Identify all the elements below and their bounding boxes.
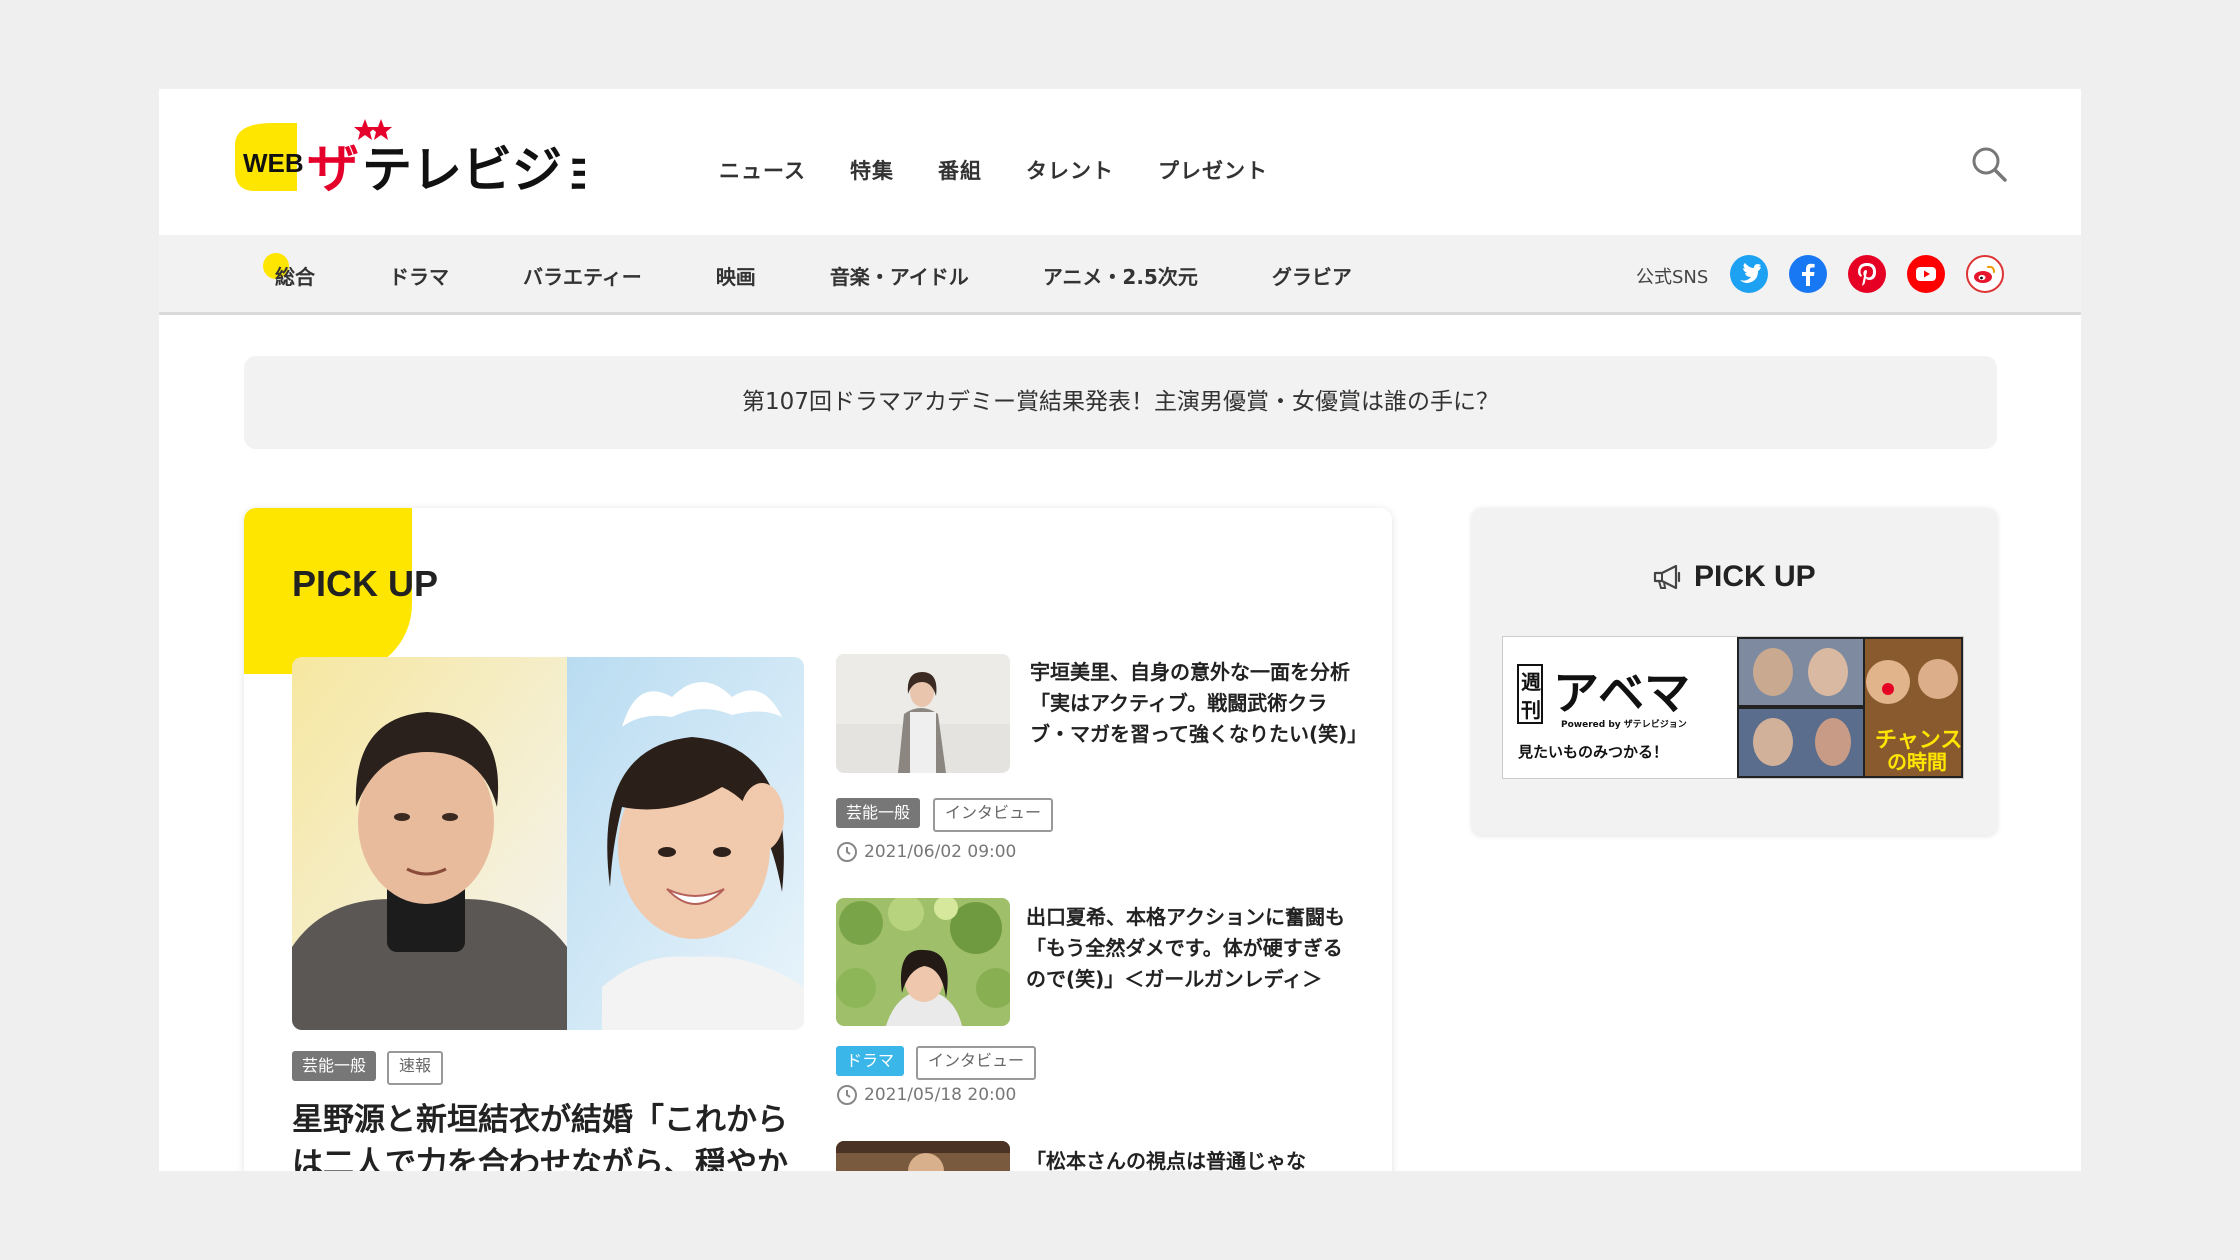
- article-2-tag-drama[interactable]: ドラマ: [836, 1046, 905, 1076]
- article-title-2[interactable]: 出口夏希、本格アクションに奮闘も「もう全然ダメです。体が硬すぎるので(笑)」＜ガ…: [1026, 902, 1358, 995]
- megaphone-icon: [1653, 564, 1681, 590]
- article-title-3[interactable]: 「松本さんの視点は普通じゃな: [1026, 1146, 1358, 1171]
- ad-powered-text: Powered by ザテレビジョン: [1561, 718, 1687, 730]
- nav-present[interactable]: プレゼント: [1158, 155, 1268, 185]
- article-1-tag-interview[interactable]: インタビュー: [933, 798, 1054, 832]
- article-1-tag-entertainment[interactable]: 芸能一般: [836, 798, 921, 828]
- side-pickup-card: PICK UP 週 刊 アベマ Powered by ザテレビジョン 見たいもの…: [1472, 508, 1997, 835]
- pickup-title: PICK UP: [292, 563, 439, 604]
- ad-abema-text: アベマ: [1553, 666, 1690, 720]
- category-drama[interactable]: ドラマ: [389, 261, 449, 290]
- youtube-icon[interactable]: [1907, 255, 1945, 293]
- article-1-date-text: 2021/06/02 09:00: [864, 842, 1017, 862]
- svg-text:WEB: WEB: [243, 148, 304, 178]
- nav-talent[interactable]: タレント: [1026, 155, 1114, 185]
- article-thumb-1[interactable]: [836, 654, 1010, 773]
- article-2-date: 2021/05/18 20:00: [836, 1084, 1016, 1106]
- article-2-date-text: 2021/05/18 20:00: [864, 1085, 1017, 1105]
- category-general[interactable]: 総合: [263, 253, 315, 290]
- ad-shuu: 週: [1521, 670, 1541, 694]
- nav-features[interactable]: 特集: [850, 155, 894, 185]
- sns-label: 公式SNS: [1636, 267, 1709, 288]
- main-article-headline[interactable]: 星野源と新垣結衣が結婚「これからは二人で力を合わせながら、穏やかに生: [292, 1098, 812, 1171]
- category-music-idol[interactable]: 音楽・アイドル: [830, 261, 969, 290]
- main-article-photo[interactable]: [292, 657, 804, 1030]
- search-icon[interactable]: [1969, 144, 2009, 184]
- category-anime[interactable]: アニメ・2.5次元: [1043, 261, 1198, 290]
- main-tag-entertainment[interactable]: 芸能一般: [292, 1051, 377, 1081]
- svg-text:の時間: の時間: [1887, 750, 1947, 774]
- category-bar: 総合 ドラマ バラエティー 映画 音楽・アイドル アニメ・2.5次元 グラビア …: [159, 235, 2081, 315]
- site-logo[interactable]: WEB ザ テレビジョン: [235, 117, 662, 207]
- article-thumb-2[interactable]: [836, 898, 1010, 1026]
- facebook-icon[interactable]: [1789, 255, 1827, 293]
- weibo-icon[interactable]: [1966, 255, 2004, 293]
- headline-banner[interactable]: 第107回ドラマアカデミー賞結果発表！主演男優賞・女優賞は誰の手に？: [244, 356, 1997, 449]
- clock-icon: [837, 1085, 857, 1105]
- category-gravure[interactable]: グラビア: [1272, 261, 1352, 290]
- nav-programs[interactable]: 番組: [938, 155, 982, 185]
- category-nav: 総合 ドラマ バラエティー 映画 音楽・アイドル アニメ・2.5次元 グラビア: [263, 253, 1426, 290]
- abema-weekly-ad[interactable]: 週 刊 アベマ Powered by ザテレビジョン 見たいものみつかる！ チャ…: [1502, 636, 1964, 779]
- category-variety[interactable]: バラエティー: [523, 261, 642, 290]
- ad-kan: 刊: [1521, 698, 1541, 722]
- article-thumb-3[interactable]: [836, 1141, 1010, 1171]
- category-movie[interactable]: 映画: [716, 261, 756, 290]
- article-title-1[interactable]: 宇垣美里、自身の意外な一面を分析「実はアクティブ。戦闘武術クラブ・マガを習って強…: [1030, 657, 1367, 750]
- main-tag-breaking[interactable]: 速報: [387, 1051, 444, 1085]
- page: WEB ザ テレビジョン ニュース 特集 番組 タレント プレゼント 総合 ドラ…: [159, 89, 2081, 1171]
- side-pickup-title: PICK UP: [1694, 560, 1816, 593]
- article-2-tag-interview[interactable]: インタビュー: [916, 1046, 1037, 1080]
- clock-icon: [837, 842, 857, 862]
- twitter-icon[interactable]: [1730, 255, 1768, 293]
- logo-za: ザ: [307, 140, 359, 200]
- logo-television: テレビジョン: [362, 141, 585, 199]
- top-nav: ニュース 特集 番組 タレント プレゼント: [719, 155, 1268, 185]
- ad-tagline: 見たいものみつかる！: [1517, 743, 1668, 761]
- pickup-card: PICK UP 芸能一般 速報 星野源と新垣結衣が結婚「これからは二人で力を合わ…: [244, 508, 1392, 1171]
- pinterest-icon[interactable]: [1848, 255, 1886, 293]
- article-1-date: 2021/06/02 09:00: [836, 841, 1016, 863]
- side-pickup-heading: PICK UP: [1652, 560, 1816, 594]
- site-header: WEB ザ テレビジョン ニュース 特集 番組 タレント プレゼント: [159, 89, 2081, 235]
- nav-news[interactable]: ニュース: [719, 155, 806, 185]
